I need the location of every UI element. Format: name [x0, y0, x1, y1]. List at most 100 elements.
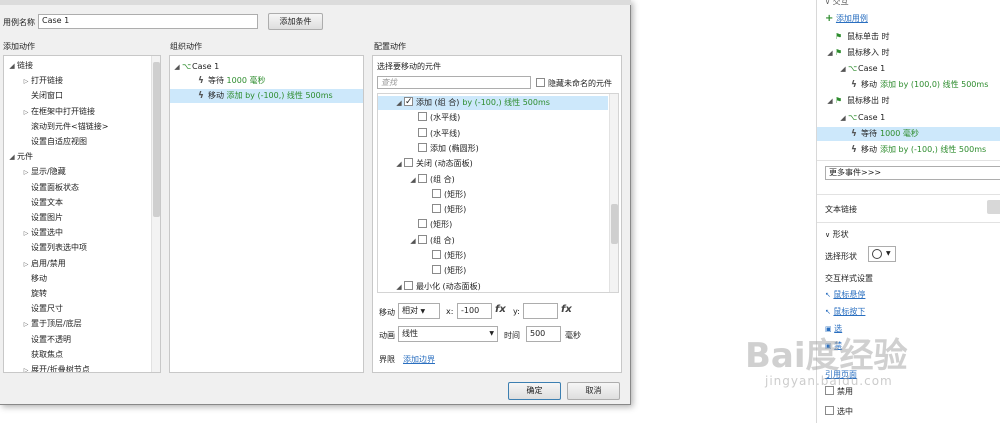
widget-tree-item[interactable]: ◢ (组 合): [378, 234, 608, 248]
action-item[interactable]: 关闭窗口: [21, 89, 63, 103]
checkbox-box[interactable]: [536, 78, 545, 87]
action-item[interactable]: ▷ 启用/禁用: [21, 257, 66, 271]
widget-search-input[interactable]: 查找: [377, 76, 531, 89]
widget-tree-item[interactable]: (矩形): [378, 188, 608, 202]
action-item[interactable]: ▷ 展开/折叠树节点: [21, 363, 90, 372]
expand-toggle-icon[interactable]: ▷: [21, 258, 31, 272]
add-action-scroll-thumb[interactable]: [153, 62, 160, 217]
widget-checkbox[interactable]: [418, 112, 427, 122]
widget-tree-item[interactable]: ◢ 关闭 (动态面板): [378, 157, 608, 171]
time-input[interactable]: 500: [526, 326, 561, 342]
widget-checkbox[interactable]: [404, 95, 413, 109]
hide-unnamed-checkbox[interactable]: 隐藏未命名的元件: [536, 78, 612, 89]
widget-checkbox[interactable]: [418, 219, 427, 229]
case-node[interactable]: ◢ ⌥Case 1: [172, 60, 219, 74]
action-category[interactable]: ◢ 链接: [7, 59, 33, 73]
widget-checkbox[interactable]: [418, 234, 427, 244]
expand-toggle-icon[interactable]: ◢: [825, 94, 835, 108]
ok-button[interactable]: 确定: [508, 382, 561, 400]
x-value-input[interactable]: -100: [457, 303, 492, 319]
widget-tree-item[interactable]: (矩形): [378, 218, 608, 232]
action-item[interactable]: 设置图片: [21, 211, 63, 225]
widget-checkbox[interactable]: [418, 127, 427, 137]
expand-toggle-icon[interactable]: ◢: [838, 62, 848, 76]
widget-checkbox[interactable]: [418, 142, 427, 152]
widget-checkbox[interactable]: [432, 188, 441, 198]
y-value-input[interactable]: [523, 303, 558, 319]
widget-checkbox[interactable]: [404, 158, 413, 168]
action-item[interactable]: ▷ 在框架中打开链接: [21, 105, 95, 119]
action-item[interactable]: ϟ 等待 1000 毫秒: [817, 126, 1000, 141]
shape-section-header[interactable]: ∨ 形状: [825, 229, 849, 240]
widget-tree-item[interactable]: (矩形): [378, 203, 608, 217]
expand-toggle-icon[interactable]: ◢: [394, 96, 404, 110]
move-action-item[interactable]: ϟ 移动 添加 by (-100,) 线性 500ms: [170, 89, 363, 103]
wait-action-item[interactable]: ϟ 等待 1000 毫秒: [198, 74, 265, 88]
widget-checkbox[interactable]: [418, 173, 427, 183]
widget-tree-scroll-thumb[interactable]: [611, 204, 618, 244]
expand-toggle-icon[interactable]: ▷: [21, 106, 31, 120]
action-category[interactable]: ◢ 元件: [7, 150, 33, 164]
widget-tree-scrollbar[interactable]: [609, 94, 618, 292]
add-action-scrollbar[interactable]: [151, 56, 160, 372]
more-events-select[interactable]: 更多事件>>>: [825, 166, 1000, 180]
expand-toggle-icon[interactable]: ◢: [408, 234, 418, 248]
action-item[interactable]: 滚动到元件<锚链接>: [21, 120, 108, 134]
case-item[interactable]: ◢ ⌥Case 1: [838, 111, 885, 125]
add-case-link[interactable]: + 添加用例: [825, 13, 868, 24]
expand-toggle-icon[interactable]: ▷: [21, 318, 31, 332]
action-item[interactable]: 移动: [21, 272, 47, 286]
event-item[interactable]: ⚑ 鼠标单击 时: [825, 30, 890, 44]
expand-toggle-icon[interactable]: ▷: [21, 75, 31, 89]
event-item[interactable]: ◢ ⚑ 鼠标移入 时: [825, 46, 889, 60]
add-bounds-link[interactable]: 添加边界: [403, 354, 435, 365]
action-item[interactable]: 设置面板状态: [21, 181, 79, 195]
widget-tree-item[interactable]: ◢ 添加 (组 合)by (-100,) 线性 500ms: [378, 95, 608, 110]
expand-toggle-icon[interactable]: ▷: [21, 166, 31, 180]
y-fx-icon[interactable]: fx: [561, 304, 572, 315]
action-item[interactable]: ▷ 设置选中: [21, 226, 63, 240]
widget-tree-item[interactable]: (矩形): [378, 264, 608, 278]
action-item[interactable]: ϟ 移动 添加 by (100,0) 线性 500ms: [851, 78, 988, 92]
widget-checkbox[interactable]: [432, 204, 441, 214]
move-mode-select[interactable]: 相对 ▼: [398, 303, 440, 319]
action-item[interactable]: ▷ 打开链接: [21, 74, 63, 88]
checkbox-box[interactable]: [825, 386, 834, 395]
reference-page-link[interactable]: 引用页面: [825, 369, 857, 380]
expand-toggle-icon[interactable]: ◢: [7, 59, 17, 73]
event-item[interactable]: ◢ ⚑ 鼠标移出 时: [825, 94, 889, 108]
action-item[interactable]: 设置列表选中项: [21, 241, 87, 255]
action-item[interactable]: 设置文本: [21, 196, 63, 210]
widget-tree-item[interactable]: 添加 (椭圆形): [378, 142, 608, 156]
case-item[interactable]: ◢ ⌥Case 1: [838, 62, 885, 76]
widget-tree-item[interactable]: ◢ (组 合): [378, 173, 608, 187]
selected-checkbox[interactable]: 选中: [825, 406, 853, 417]
expand-toggle-icon[interactable]: ◢: [394, 157, 404, 171]
action-item[interactable]: ▷ 置于顶层/底层: [21, 317, 82, 331]
interaction-section-header[interactable]: ∨ 交互: [825, 0, 849, 7]
expand-toggle-icon[interactable]: ◢: [172, 60, 182, 74]
action-item[interactable]: 设置自适应视图: [21, 135, 87, 149]
expand-toggle-icon[interactable]: ▷: [21, 364, 31, 372]
text-link-button[interactable]: [987, 200, 1000, 214]
widget-checkbox[interactable]: [404, 280, 413, 290]
expand-toggle-icon[interactable]: ◢: [394, 280, 404, 292]
widget-checkbox[interactable]: [432, 265, 441, 275]
disable-checkbox[interactable]: 禁用: [825, 386, 853, 397]
animation-select[interactable]: 线性 ▼: [398, 326, 498, 342]
disabled-style-link[interactable]: ▣ 禁: [825, 340, 842, 351]
expand-toggle-icon[interactable]: ◢: [408, 173, 418, 187]
mouse-hover-link[interactable]: ↖ 鼠标悬停: [825, 289, 865, 300]
action-item[interactable]: ϟ 移动 添加 by (-100,) 线性 500ms: [851, 143, 986, 157]
action-item[interactable]: 旋转: [21, 287, 47, 301]
selected-style-link[interactable]: ▣ 选: [825, 323, 842, 334]
widget-checkbox[interactable]: [432, 250, 441, 259]
action-item[interactable]: 设置尺寸: [21, 302, 63, 316]
action-item[interactable]: 获取焦点: [21, 348, 63, 362]
case-name-input[interactable]: Case 1: [38, 14, 258, 29]
widget-tree-item[interactable]: (矩形): [378, 249, 608, 263]
expand-toggle-icon[interactable]: ◢: [7, 150, 17, 164]
action-item[interactable]: 设置不透明: [21, 333, 71, 347]
widget-tree-item[interactable]: ◢ 最小化 (动态面板): [378, 280, 608, 292]
mouse-down-link[interactable]: ↖ 鼠标按下: [825, 306, 865, 317]
